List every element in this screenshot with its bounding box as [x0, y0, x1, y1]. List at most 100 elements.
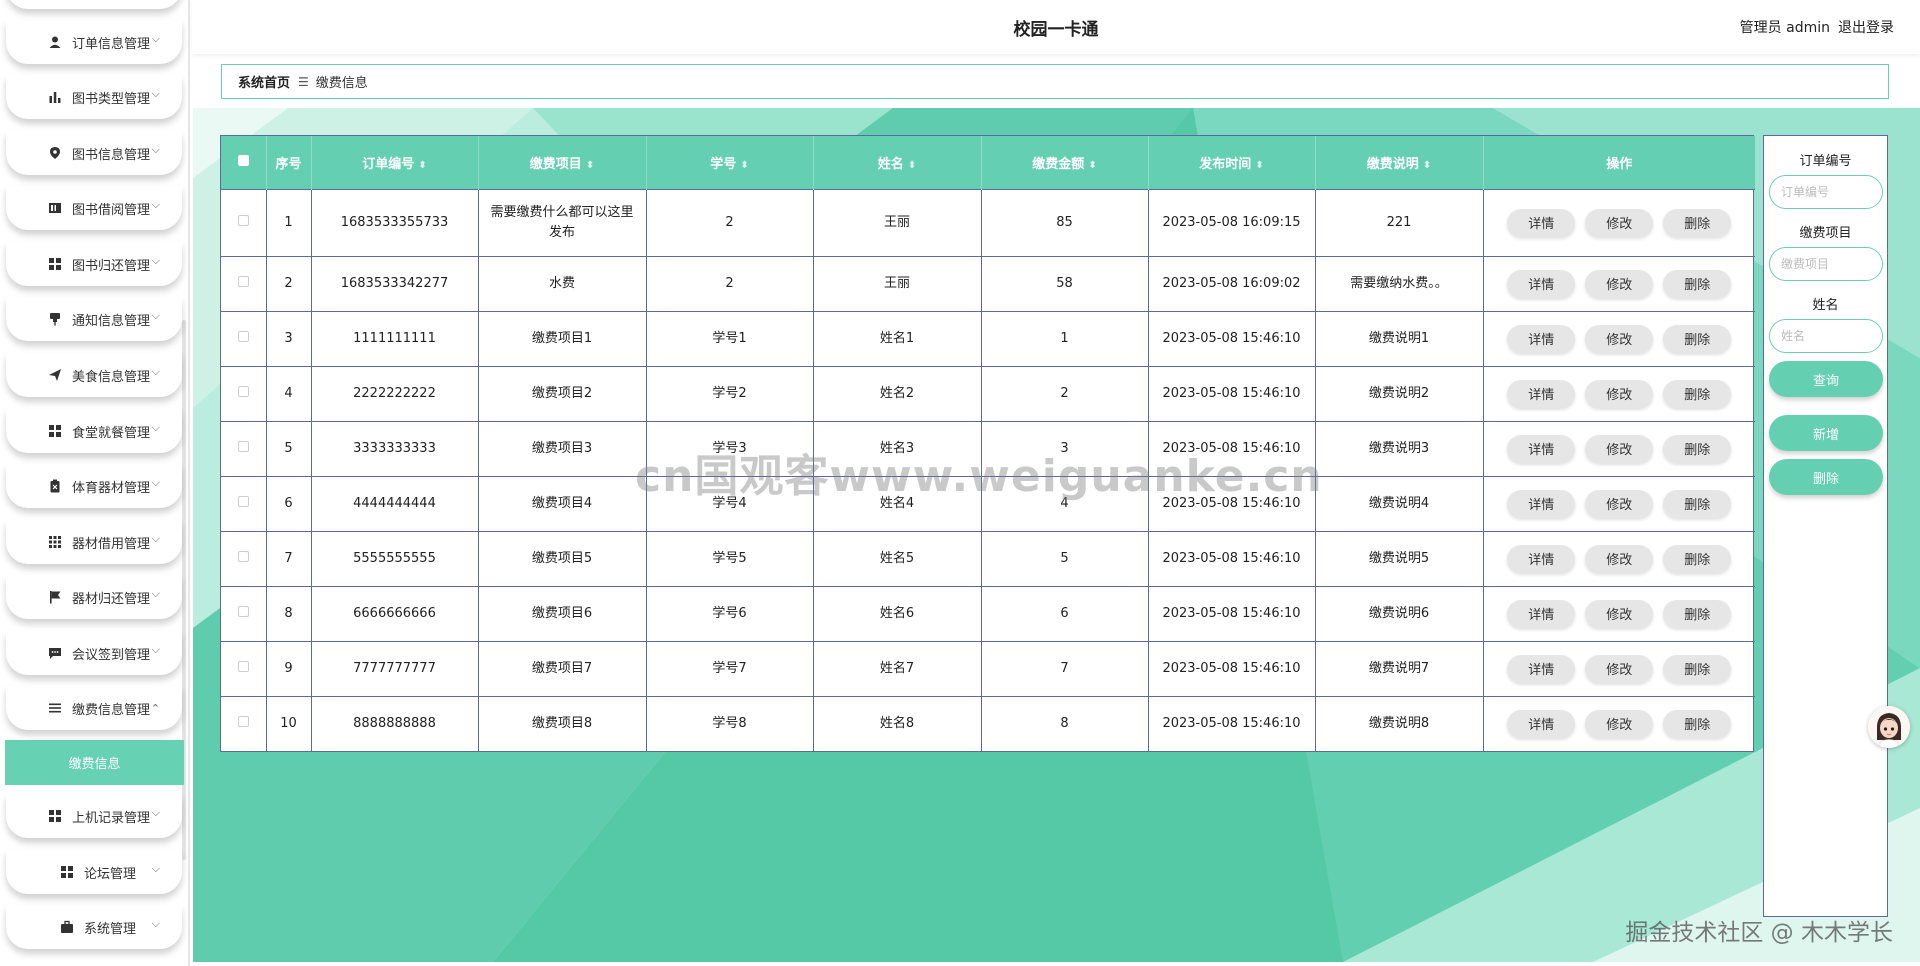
sidebar-item-label: 食堂就餐管理	[72, 425, 151, 441]
sidebar-item[interactable]: 器材归还管理 ⌵	[6, 575, 182, 619]
query-button[interactable]: 查询	[1769, 361, 1883, 397]
delete-button[interactable]: 删除	[1663, 489, 1732, 518]
location-pin-icon	[48, 146, 62, 160]
name-input[interactable]	[1769, 319, 1883, 353]
search-panel: 订单编号 缴费项目 姓名 查询 新增 删除	[1763, 135, 1888, 917]
top-header: 校园一卡通 管理员 admin 退出登录	[192, 0, 1920, 54]
delete-button[interactable]: 删除	[1663, 599, 1732, 628]
add-button[interactable]: 新增	[1769, 415, 1883, 451]
detail-button[interactable]: 详情	[1507, 544, 1576, 573]
delete-button[interactable]: 删除	[1663, 434, 1732, 463]
row-checkbox[interactable]	[237, 495, 249, 507]
column-header[interactable]: 缴费金额 ⬍	[981, 136, 1149, 189]
detail-button[interactable]: 详情	[1507, 208, 1576, 237]
table-row: 10 8888888888 缴费项目8 学号8 姓名8 8 2023-05-08 15:46…	[221, 695, 1755, 751]
column-header[interactable]: 缴费项目 ⬍	[478, 136, 647, 189]
delete-button[interactable]: 删除	[1663, 208, 1732, 237]
sidebar-item[interactable]: 系统管理 ⌵	[6, 905, 182, 949]
order-no-input[interactable]	[1769, 175, 1883, 209]
detail-button[interactable]: 详情	[1507, 489, 1576, 518]
row-checkbox[interactable]	[237, 330, 249, 342]
table-cell: 1	[981, 310, 1149, 366]
edit-button[interactable]: 修改	[1585, 434, 1654, 463]
batch-delete-button[interactable]: 删除	[1769, 459, 1883, 495]
edit-button[interactable]: 修改	[1585, 324, 1654, 353]
sidebar-item[interactable]: 器材借用管理 ⌵	[6, 520, 182, 564]
sidebar-item-label: 通知信息管理	[72, 313, 151, 329]
sort-icon[interactable]: ⬍	[1423, 160, 1431, 171]
sidebar-item[interactable]: 订单信息管理 ⌵	[6, 20, 182, 64]
sidebar-item[interactable]: 图书信息管理 ⌵	[6, 131, 182, 175]
edit-button[interactable]: 修改	[1585, 489, 1654, 518]
row-checkbox[interactable]	[237, 605, 249, 617]
row-checkbox[interactable]	[237, 550, 249, 562]
sidebar-item[interactable]: 图书借阅管理 ⌵	[6, 186, 182, 230]
detail-button[interactable]: 详情	[1507, 269, 1576, 298]
sort-icon[interactable]: ⬍	[586, 160, 594, 171]
table-cell: 2023-05-08 16:09:02	[1148, 255, 1316, 311]
detail-button[interactable]: 详情	[1507, 434, 1576, 463]
sidebar-item[interactable]: 图书归还管理 ⌵	[6, 242, 182, 286]
row-checkbox[interactable]	[237, 214, 249, 226]
sort-icon[interactable]: ⬍	[908, 160, 916, 171]
table-cell: 7	[266, 530, 312, 586]
select-all-checkbox[interactable]	[237, 154, 249, 166]
sidebar-item[interactable]: 通知信息管理 ⌵	[6, 297, 182, 341]
detail-button[interactable]: 详情	[1507, 379, 1576, 408]
detail-button[interactable]: 详情	[1507, 654, 1576, 683]
sort-icon[interactable]: ⬍	[1255, 160, 1263, 171]
column-header[interactable]: 发布时间 ⬍	[1148, 136, 1316, 189]
edit-button[interactable]: 修改	[1585, 208, 1654, 237]
column-header[interactable]: 学号 ⬍	[646, 136, 814, 189]
sidebar-item[interactable]: 缴费信息管理 ⌃	[6, 686, 182, 730]
sort-icon[interactable]: ⬍	[1088, 160, 1096, 171]
sort-icon[interactable]: ⬍	[740, 160, 748, 171]
column-header[interactable]: 姓名 ⬍	[813, 136, 982, 189]
table-row: 7 5555555555 缴费项目5 学号5 姓名5 5 2023-05-08 15:46:…	[221, 530, 1755, 586]
detail-button[interactable]: 详情	[1507, 324, 1576, 353]
sidebar-item[interactable]: 食堂就餐管理 ⌵	[6, 409, 182, 453]
sidebar-item[interactable]: 体育器材管理 ⌵	[6, 464, 182, 508]
delete-button[interactable]: 删除	[1663, 544, 1732, 573]
edit-button[interactable]: 修改	[1585, 544, 1654, 573]
row-checkbox[interactable]	[237, 275, 249, 287]
detail-button[interactable]: 详情	[1507, 599, 1576, 628]
table-row: 9 7777777777 缴费项目7 学号7 姓名7 7 2023-05-08 15:46:…	[221, 640, 1755, 696]
delete-button[interactable]: 删除	[1663, 269, 1732, 298]
edit-button[interactable]: 修改	[1585, 269, 1654, 298]
row-checkbox[interactable]	[237, 715, 249, 727]
sidebar-item-label: 会议签到管理	[72, 647, 151, 663]
row-checkbox[interactable]	[237, 660, 249, 672]
sort-icon[interactable]: ⬍	[418, 160, 426, 171]
chevron-down-icon: ⌵	[151, 643, 160, 656]
edit-button[interactable]: 修改	[1585, 709, 1654, 738]
delete-button[interactable]: 删除	[1663, 654, 1732, 683]
logout-link[interactable]: 退出登录	[1838, 17, 1894, 37]
column-header[interactable]: 订单编号 ⬍	[311, 136, 479, 189]
sidebar-item[interactable]: 美食信息管理 ⌵	[6, 353, 182, 397]
sidebar-item[interactable]: 上机记录管理 ⌵	[6, 794, 182, 838]
edit-button[interactable]: 修改	[1585, 379, 1654, 408]
delete-button[interactable]: 删除	[1663, 379, 1732, 408]
edit-button[interactable]: 修改	[1585, 599, 1654, 628]
row-checkbox[interactable]	[237, 440, 249, 452]
breadcrumb-home[interactable]: 系统首页	[238, 72, 290, 91]
row-checkbox[interactable]	[237, 385, 249, 397]
sidebar-item[interactable]: 图书类型管理 ⌵	[6, 75, 182, 119]
payment-item-input[interactable]	[1769, 247, 1883, 281]
table-cell: 学号2	[646, 365, 814, 421]
table-row: 1 1683533355733 需要缴费什么都可以这里发布 2 王丽 85 2023-05-…	[221, 188, 1755, 256]
assistant-avatar[interactable]	[1868, 706, 1910, 748]
delete-button[interactable]: 删除	[1663, 709, 1732, 738]
sidebar-item[interactable]: 论坛管理 ⌵	[6, 850, 182, 894]
column-header-label: 姓名	[877, 156, 904, 172]
sidebar-item-partial[interactable]	[6, 0, 182, 9]
delete-button[interactable]: 删除	[1663, 324, 1732, 353]
table-cell: 姓名2	[813, 365, 982, 421]
sidebar-item[interactable]: 会议签到管理 ⌵	[6, 631, 182, 675]
table-cell: 缴费项目5	[478, 530, 647, 586]
sidebar-subitem-payment-info[interactable]: 缴费信息	[5, 740, 184, 785]
column-header[interactable]: 缴费说明 ⬍	[1315, 136, 1484, 189]
edit-button[interactable]: 修改	[1585, 654, 1654, 683]
detail-button[interactable]: 详情	[1507, 709, 1576, 738]
